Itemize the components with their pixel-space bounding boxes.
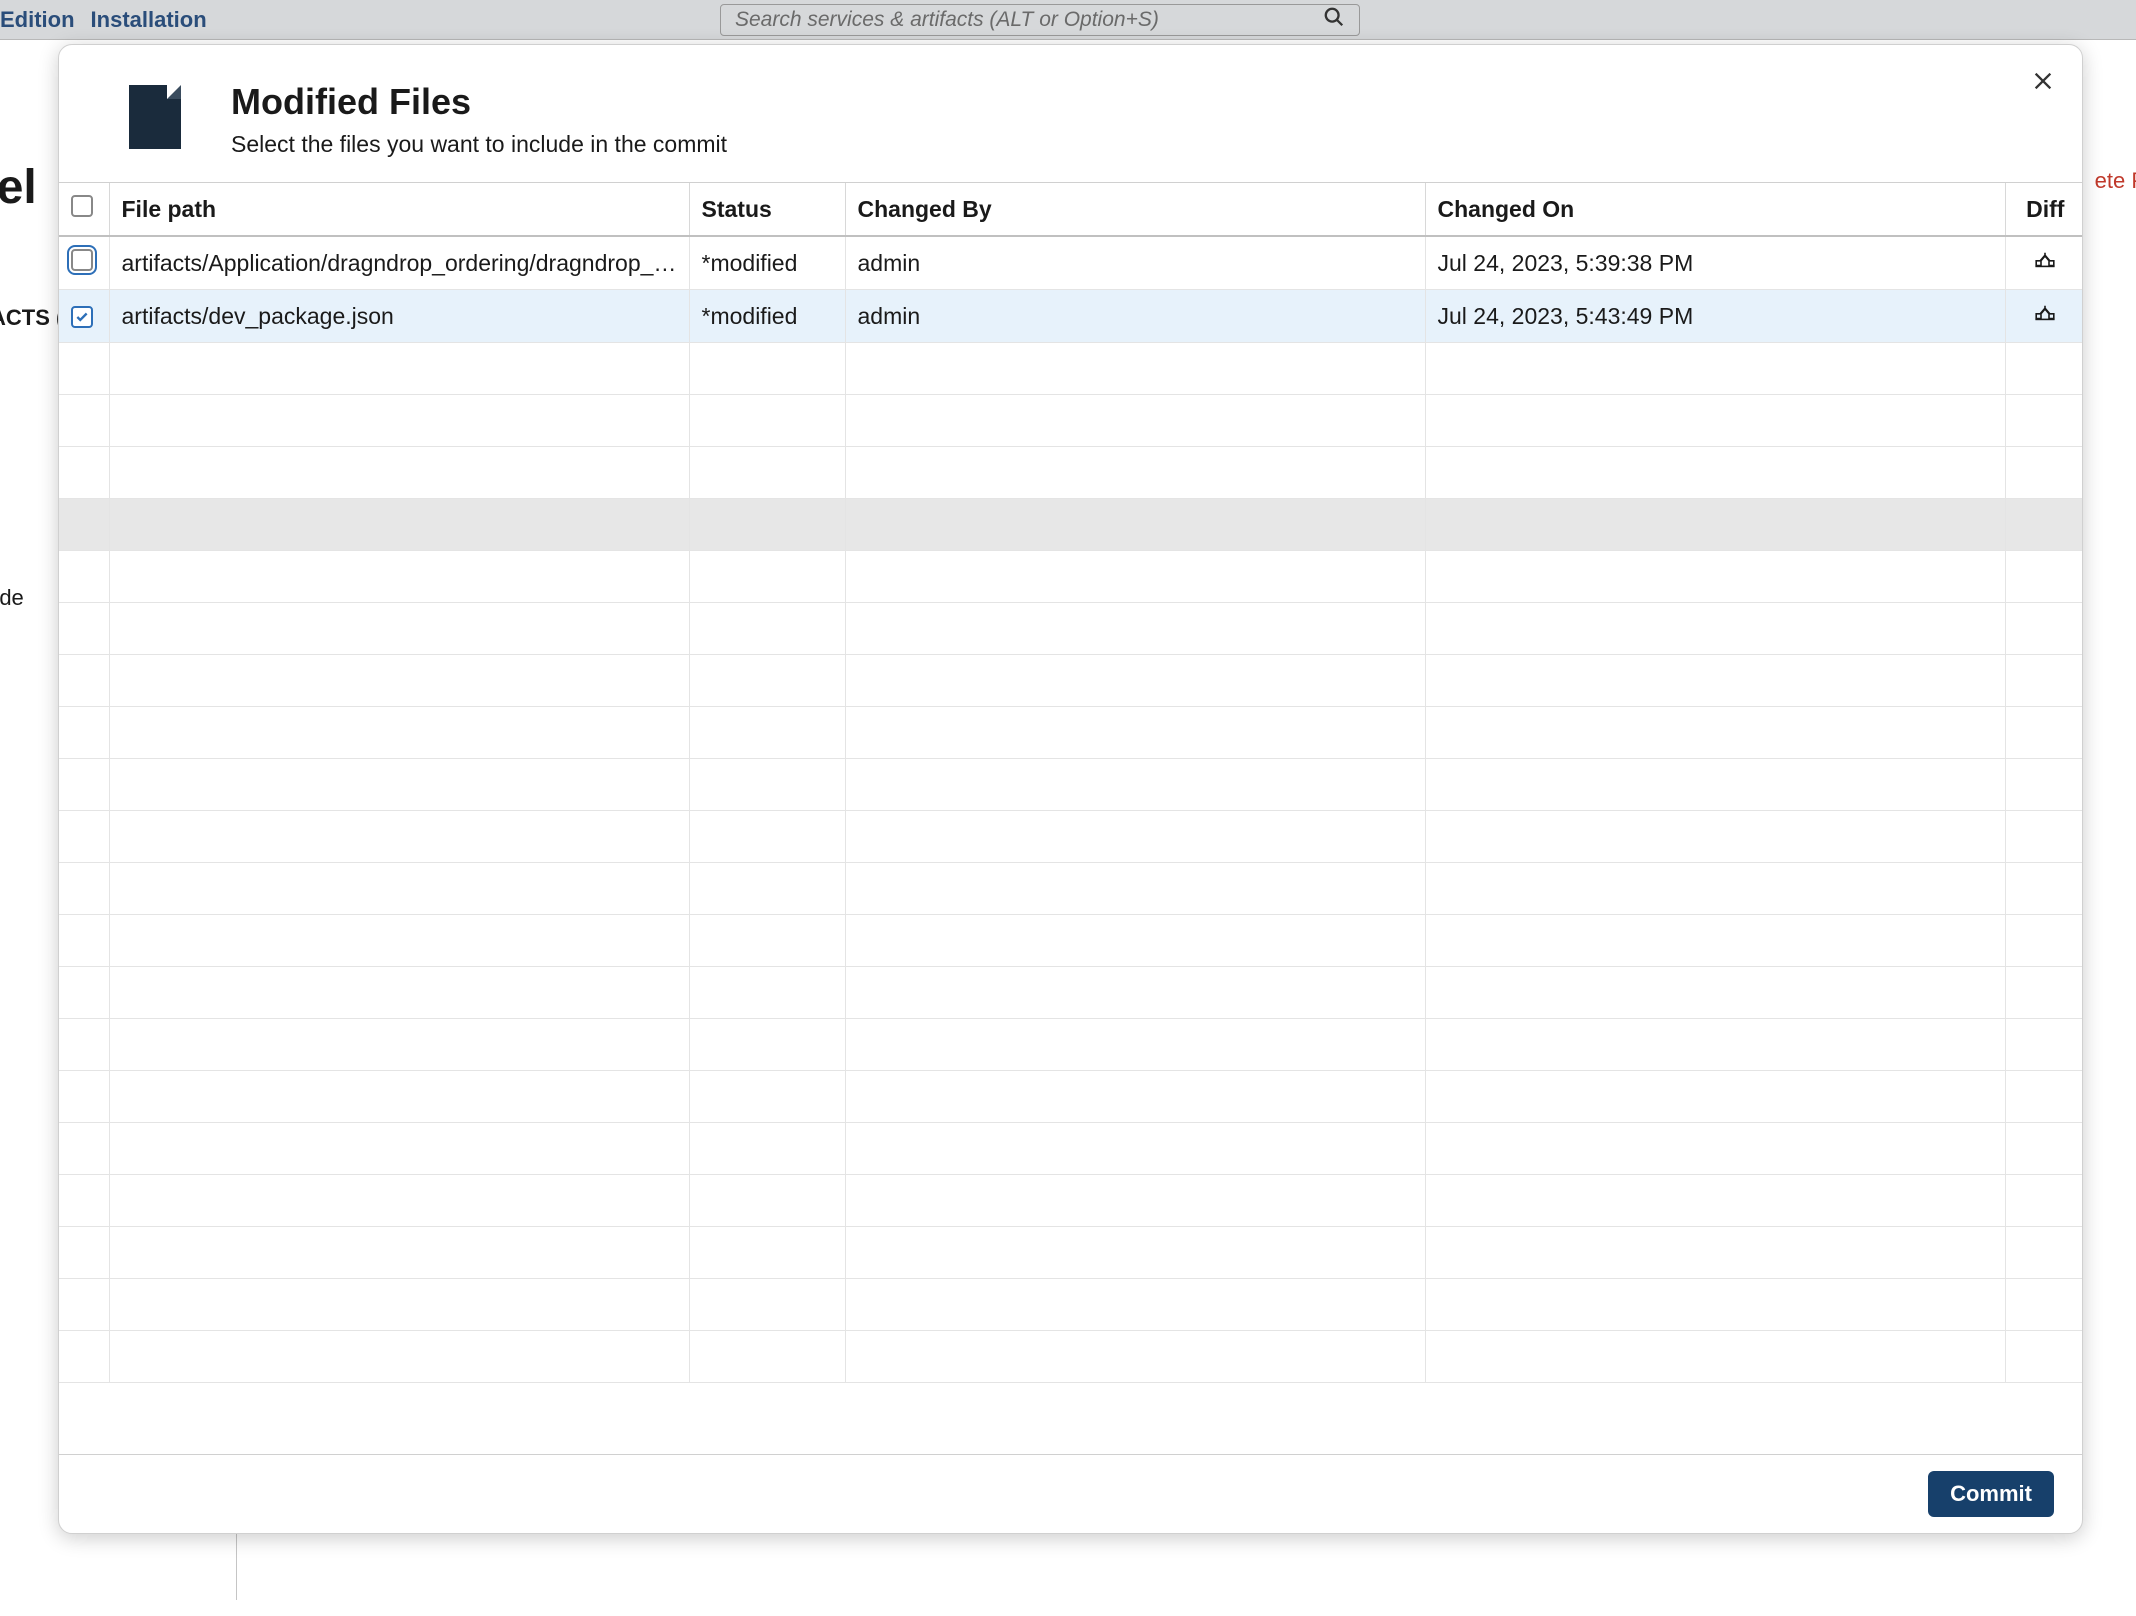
bg-side-fragment2: /ci-de [0,585,24,611]
bg-title-fragment: vel [0,160,37,215]
empty-row [59,447,2082,499]
empty-row [59,811,2082,863]
empty-row [59,1175,2082,1227]
header-diff[interactable]: Diff [2005,183,2082,236]
cell-diff [2005,290,2082,343]
empty-row [59,1123,2082,1175]
empty-row [59,915,2082,967]
table-row[interactable]: artifacts/Application/dragndrop_ordering… [59,236,2082,290]
document-icon [129,85,181,149]
menu-edition[interactable]: Edition [0,7,75,33]
file-table: File path Status Changed By Changed On D… [59,183,2082,1383]
dialog-header: Modified Files Select the files you want… [59,45,2082,182]
empty-row [59,707,2082,759]
commit-button[interactable]: Commit [1928,1471,2054,1517]
diff-icon[interactable] [2033,302,2057,330]
modified-files-dialog: Modified Files Select the files you want… [58,44,2083,1534]
search-input[interactable]: Search services & artifacts (ALT or Opti… [720,4,1360,36]
header-changed-on[interactable]: Changed On [1425,183,2005,236]
empty-row [59,1071,2082,1123]
dialog-titles: Modified Files Select the files you want… [231,81,727,158]
cell-status: *modified [689,290,845,343]
select-all-checkbox[interactable] [71,195,93,217]
cell-status: *modified [689,236,845,290]
dialog-footer: Commit [59,1454,2082,1533]
dialog-subtitle: Select the files you want to include in … [231,131,727,158]
cell-file-path: artifacts/Application/dragndrop_ordering… [109,236,689,290]
row-checkbox[interactable] [71,306,93,328]
menu-installation[interactable]: Installation [91,7,207,33]
empty-row [59,967,2082,1019]
cell-changed-by: admin [845,290,1425,343]
empty-row [59,1019,2082,1071]
close-icon [2032,70,2054,92]
empty-row [59,499,2082,551]
table-header-row: File path Status Changed By Changed On D… [59,183,2082,236]
empty-row [59,343,2082,395]
empty-row [59,1331,2082,1383]
file-table-wrapper: File path Status Changed By Changed On D… [59,182,2082,1454]
empty-row [59,1279,2082,1331]
diff-icon[interactable] [2033,249,2057,277]
row-checkbox[interactable] [71,249,93,271]
search-icon[interactable] [1323,6,1345,34]
empty-row [59,655,2082,707]
header-checkbox-cell [59,183,109,236]
empty-row [59,1227,2082,1279]
cell-diff [2005,236,2082,290]
empty-row [59,551,2082,603]
topbar: Edition Installation Search services & a… [0,0,2136,40]
bg-delete-btn-fragment: ete P [2095,168,2136,194]
topbar-menus: Edition Installation [0,7,207,33]
cell-file-path: artifacts/dev_package.json [109,290,689,343]
header-status[interactable]: Status [689,183,845,236]
row-checkbox-cell [59,290,109,343]
close-button[interactable] [2032,69,2054,97]
empty-row [59,759,2082,811]
cell-changed-by: admin [845,236,1425,290]
empty-row [59,863,2082,915]
dialog-title: Modified Files [231,81,727,123]
empty-row [59,603,2082,655]
empty-row [59,395,2082,447]
cell-changed-on: Jul 24, 2023, 5:39:38 PM [1425,236,2005,290]
header-changed-by[interactable]: Changed By [845,183,1425,236]
row-checkbox-cell [59,236,109,290]
cell-changed-on: Jul 24, 2023, 5:43:49 PM [1425,290,2005,343]
bg-side-fragment: ACTS ( [0,305,63,331]
header-file-path[interactable]: File path [109,183,689,236]
table-row[interactable]: artifacts/dev_package.json*modifiedadmin… [59,290,2082,343]
search-placeholder: Search services & artifacts (ALT or Opti… [735,8,1159,32]
